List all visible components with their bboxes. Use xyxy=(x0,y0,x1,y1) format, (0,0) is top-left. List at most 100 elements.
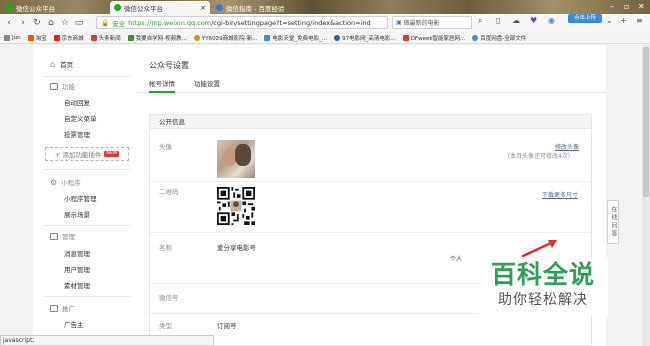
card-title: 公开信息 xyxy=(150,115,591,129)
dropdown-icon[interactable]: ⌄ xyxy=(606,16,613,25)
new-tab-icon[interactable]: + xyxy=(620,16,627,25)
bookmark-item[interactable]: 百度网盘-全部文件 xyxy=(472,34,526,42)
sidebar-item-advertiser[interactable]: 广告主 xyxy=(64,319,84,329)
bookmark-label: OFweek智能家居网... xyxy=(410,35,466,42)
bookmark-item[interactable]: Jun xyxy=(4,34,21,41)
bookmark-item[interactable]: OFweek智能家居网... xyxy=(402,34,466,42)
bookmark-icon[interactable]: ☆ xyxy=(58,18,72,28)
function-icon xyxy=(50,82,58,90)
user-icon xyxy=(4,34,10,41)
bookmark-label: YY6029商城影院-新... xyxy=(201,35,258,42)
sidebar-item-users[interactable]: 用户管理 xyxy=(64,264,90,274)
download-more-sizes-link[interactable]: 下载更多尺寸 xyxy=(542,190,578,199)
url-host: https://mp.weixin.qq.com xyxy=(128,18,212,27)
reader-icon[interactable]: ▭ xyxy=(72,18,86,28)
tab-account-details[interactable]: 帐号详情 xyxy=(149,79,175,93)
search-icon[interactable]: ⌕ xyxy=(478,16,482,26)
close-tab-icon[interactable]: × xyxy=(200,4,206,12)
close-window-icon[interactable]: ✕ xyxy=(638,2,645,11)
maximize-icon[interactable]: ▫ xyxy=(624,2,629,11)
sidebar-home-label: 首页 xyxy=(60,61,74,69)
url-path: /cgi-bin/settingpage?t=setting/index&act… xyxy=(211,18,371,27)
home-icon[interactable]: ⌂ xyxy=(44,18,58,28)
avatar xyxy=(217,140,255,178)
secure-label: 安全 xyxy=(112,19,126,28)
avatar-label: 头像 xyxy=(159,143,172,151)
browser-tab-1[interactable]: 微信公众平台 xyxy=(2,1,110,14)
page: ⌂ 首页 功能 自动回复 自定义菜单 投票管理 + 添加功能插件 NEW ⚙ 小… xyxy=(0,45,650,346)
bookmark-label: 97电影网_高清电影... xyxy=(342,35,396,42)
change-avatar-link[interactable]: 修改头像 xyxy=(555,142,579,151)
cloud-icon[interactable]: ☁ xyxy=(512,16,520,25)
minimize-icon[interactable]: – xyxy=(610,2,614,11)
sidebar-section-miniprogram: ⚙ 小程序 xyxy=(50,177,81,188)
bookmark-label: Jun xyxy=(12,34,21,41)
bookmark-item[interactable]: 头条新闻 xyxy=(90,34,121,42)
search-text: 做最新的电影 xyxy=(403,20,440,27)
extension-icon[interactable]: ♥ xyxy=(530,16,537,25)
site-icon xyxy=(193,34,200,41)
promotion-icon xyxy=(50,304,58,312)
sidebar-item-messages[interactable]: 消息管理 xyxy=(64,248,90,258)
page-title: 公众号设置 xyxy=(149,61,189,70)
sidebar-section-manage: 管理 xyxy=(50,231,75,241)
sidebar-item-home[interactable]: ⌂ 首页 xyxy=(50,59,74,70)
sidebar-section-function: 功能 xyxy=(50,81,75,91)
bookmark-item[interactable]: 京东商城 xyxy=(53,34,84,42)
bookmark-label: 淘宝 xyxy=(35,35,47,42)
site-icon xyxy=(127,34,134,41)
browser-tab-3[interactable]: 微信指南 - 百度经验 xyxy=(212,1,322,14)
bookmark-label: 电影天堂_免费电影_... xyxy=(272,35,328,42)
divider xyxy=(43,296,131,297)
bookmark-item[interactable]: 我要自学网-视频教... xyxy=(127,34,187,42)
tab-function-settings[interactable]: 功能设置 xyxy=(194,79,220,93)
menu-icon[interactable]: ≡ xyxy=(636,16,643,25)
upload-button[interactable]: 点击上传 xyxy=(568,14,602,23)
browser-tab-strip: 微信公众平台 微信公众平台 × 微信指南 - 百度经验 – ▫ ✕ xyxy=(0,0,650,14)
bookmarks-bar: Jun 淘宝 京东商城 头条新闻 我要自学网-视频教... YY6029商城影院… xyxy=(0,32,650,44)
sidebar-section-promotion: 推广 xyxy=(50,303,75,313)
online-help-tab[interactable]: 在线问答 xyxy=(607,200,619,244)
watermark: 百科全说 助你轻松解决 xyxy=(478,257,608,315)
bookmark-item[interactable]: 97电影网_高清电影... xyxy=(334,34,396,42)
watermark-title: 百科全说 xyxy=(490,260,595,289)
manage-icon xyxy=(50,232,58,240)
cloud-drive-icon xyxy=(472,34,479,41)
divider xyxy=(43,76,131,77)
add-plugin-button[interactable]: + 添加功能插件 NEW xyxy=(45,147,129,161)
browser-tab-2[interactable]: 微信公众平台 × xyxy=(110,1,210,14)
wechat-favicon-icon xyxy=(114,4,121,11)
bookmark-item[interactable]: 淘宝 xyxy=(27,34,47,42)
add-plugin-label: + 添加功能插件 xyxy=(54,151,102,159)
bookmark-label: 京东商城 xyxy=(61,35,84,42)
secure-lock-icon: 🔒 xyxy=(101,18,110,27)
account-icon[interactable]: ◉ xyxy=(548,16,555,25)
sidebar-item-auto-reply[interactable]: 自动回复 xyxy=(64,97,90,107)
wechat-favicon-icon xyxy=(6,4,13,11)
sidebar-item-vote[interactable]: 投票管理 xyxy=(64,129,90,139)
news-icon xyxy=(90,34,97,41)
divider xyxy=(150,181,591,182)
address-bar[interactable]: 🔒 安全 https://mp.weixin.qq.com /cgi-bin/s… xyxy=(96,16,388,29)
sidebar-item-materials[interactable]: 素材管理 xyxy=(64,280,90,290)
new-badge: NEW xyxy=(104,151,120,157)
forward-icon[interactable]: › xyxy=(16,18,30,28)
back-icon[interactable]: ‹ xyxy=(2,18,16,28)
search-input[interactable]: ▣ 做最新的电影 xyxy=(392,16,472,29)
phone-icon[interactable]: ▯ xyxy=(496,16,500,25)
bookmark-item[interactable]: YY6029商城影院-新... xyxy=(193,34,258,42)
bookmark-item[interactable]: 电影天堂_免费电影_... xyxy=(264,34,327,42)
type-label: 类型 xyxy=(159,322,172,330)
sidebar-item-display-scene[interactable]: 展示场景 xyxy=(64,209,90,219)
scrollbar-thumb[interactable] xyxy=(643,47,649,197)
sidebar-item-custom-menu[interactable]: 自定义菜单 xyxy=(64,113,97,123)
site-icon xyxy=(334,34,341,41)
refresh-icon[interactable]: ↻ xyxy=(30,18,44,28)
tab-label: 微信公众平台 xyxy=(16,4,55,13)
section-title: 管理 xyxy=(62,233,75,241)
sidebar-item-miniprogram-manage[interactable]: 小程序管理 xyxy=(64,193,97,203)
page-scrollbar[interactable] xyxy=(642,45,650,346)
divider xyxy=(43,169,131,170)
tab-label: 微信指南 - 百度经验 xyxy=(226,4,285,13)
sidebar: ⌂ 首页 功能 自动回复 自定义菜单 投票管理 + 添加功能插件 NEW ⚙ 小… xyxy=(33,45,136,346)
